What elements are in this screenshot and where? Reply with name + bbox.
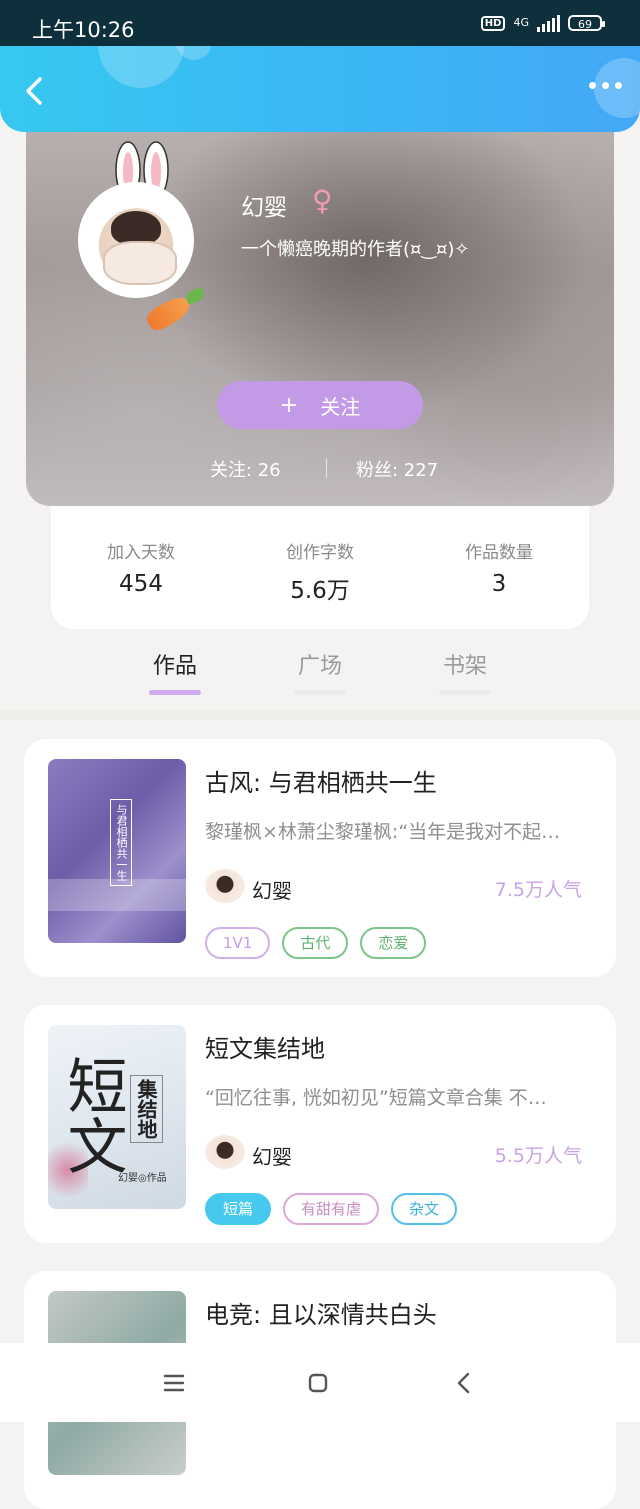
tab-square[interactable]: 广场 — [280, 648, 360, 680]
author-bio: 一个懒癌晚期的作者(¤‿¤)✧ — [241, 239, 470, 260]
tag[interactable]: 古代 — [282, 927, 349, 959]
hd-icon: HD — [480, 15, 506, 31]
stat-label: 作品数量 — [465, 543, 533, 563]
author-mini-avatar — [205, 1135, 245, 1169]
cover-subtitle: 集结地 — [130, 1075, 163, 1143]
stat-join-days: 加入天数 454 — [51, 538, 231, 597]
home-icon[interactable] — [302, 1367, 334, 1399]
author-mini-avatar — [205, 869, 245, 903]
tag[interactable]: 杂文 — [391, 1193, 458, 1225]
cover-title: 短文 — [57, 1055, 127, 1175]
book-card[interactable]: 短文 集结地 幻婴◎作品 短文集结地 “回忆往事, 恍如初见”短篇文章合集 不…… — [24, 1005, 616, 1243]
following-count[interactable]: 关注: 26 — [210, 456, 281, 482]
plus-icon: + — [279, 392, 299, 418]
book-cover[interactable]: 与君相栖共一生 — [48, 759, 186, 943]
book-description: 黎瑾枫×林萧尘黎瑾枫:“当年是我对不起… — [205, 821, 561, 843]
book-popularity: 5.5万人气 — [494, 1145, 582, 1167]
cover-credit: 幻婴◎作品 — [118, 1173, 167, 1184]
system-nav-bar — [0, 1343, 640, 1422]
book-card[interactable]: 与君相栖共一生 古风: 与君相栖共一生 黎瑾枫×林萧尘黎瑾枫:“当年是我对不起…… — [24, 739, 616, 977]
follow-stats: 关注: 26 粉丝: 227 — [26, 456, 614, 482]
chevron-left-icon — [26, 77, 42, 105]
book-popularity: 7.5万人气 — [494, 879, 582, 901]
section-divider — [0, 710, 640, 720]
network-label: 4G — [513, 16, 529, 29]
stat-divider — [326, 458, 327, 478]
stat-value: 454 — [119, 571, 163, 597]
battery-icon: 69 — [568, 15, 605, 31]
back-nav-icon[interactable] — [448, 1367, 480, 1399]
tab-indicator — [294, 690, 346, 695]
more-dots-icon — [589, 82, 596, 89]
content-tabs: 作品 广场 书架 — [0, 640, 640, 710]
book-author: 幻婴 — [252, 879, 292, 903]
stat-label: 创作字数 — [286, 543, 354, 563]
status-bar: 上午10:26 HD 4G 69 — [0, 0, 640, 48]
author-avatar[interactable] — [78, 141, 206, 335]
female-gender-icon: ♀ — [312, 184, 333, 217]
tag[interactable]: 有甜有虐 — [283, 1193, 380, 1225]
tab-indicator — [439, 690, 491, 695]
tag[interactable]: 短篇 — [205, 1193, 272, 1225]
book-title[interactable]: 短文集结地 — [205, 1029, 325, 1064]
stat-value: 3 — [491, 571, 507, 597]
stat-value: 5.6万 — [290, 578, 350, 604]
avatar-image — [78, 182, 194, 298]
follow-button[interactable]: + 关注 — [217, 381, 423, 429]
top-nav-bar — [0, 46, 640, 132]
cover-title: 与君相栖共一生 — [110, 799, 132, 886]
book-cover[interactable]: 短文 集结地 幻婴◎作品 — [48, 1025, 186, 1209]
followers-count[interactable]: 粉丝: 227 — [356, 456, 438, 482]
book-tags: 1V1 古代 恋爱 — [205, 927, 427, 959]
stat-label: 加入天数 — [107, 543, 175, 563]
status-time: 上午10:26 — [32, 18, 135, 42]
stat-works-count: 作品数量 3 — [409, 538, 589, 597]
tab-works[interactable]: 作品 — [135, 648, 215, 680]
tab-active-indicator — [149, 690, 201, 695]
author-stats-card: 加入天数 454 创作字数 5.6万 作品数量 3 — [51, 506, 589, 629]
tag[interactable]: 1V1 — [205, 927, 271, 959]
tab-bookshelf[interactable]: 书架 — [425, 648, 505, 680]
book-author: 幻婴 — [252, 1145, 292, 1169]
signal-icon — [537, 14, 560, 32]
follow-label: 关注 — [320, 394, 361, 419]
menu-icon[interactable] — [158, 1367, 190, 1399]
book-description: “回忆往事, 恍如初见”短篇文章合集 不… — [205, 1087, 547, 1109]
back-button[interactable] — [22, 76, 46, 106]
status-icons: HD 4G 69 — [480, 14, 605, 32]
author-name: 幻婴 — [241, 195, 287, 221]
book-tags: 短篇 有甜有虐 杂文 — [205, 1193, 458, 1225]
tag[interactable]: 恋爱 — [360, 927, 427, 959]
book-title[interactable]: 古风: 与君相栖共一生 — [205, 763, 437, 798]
profile-header: 幻婴 ♀ 一个懒癌晚期的作者(¤‿¤)✧ + 关注 关注: 26 粉丝: 227 — [26, 112, 614, 506]
more-options-button[interactable] — [589, 82, 622, 89]
book-title[interactable]: 电竞: 且以深情共白头 — [205, 1295, 437, 1330]
stat-word-count: 创作字数 5.6万 — [230, 538, 410, 605]
